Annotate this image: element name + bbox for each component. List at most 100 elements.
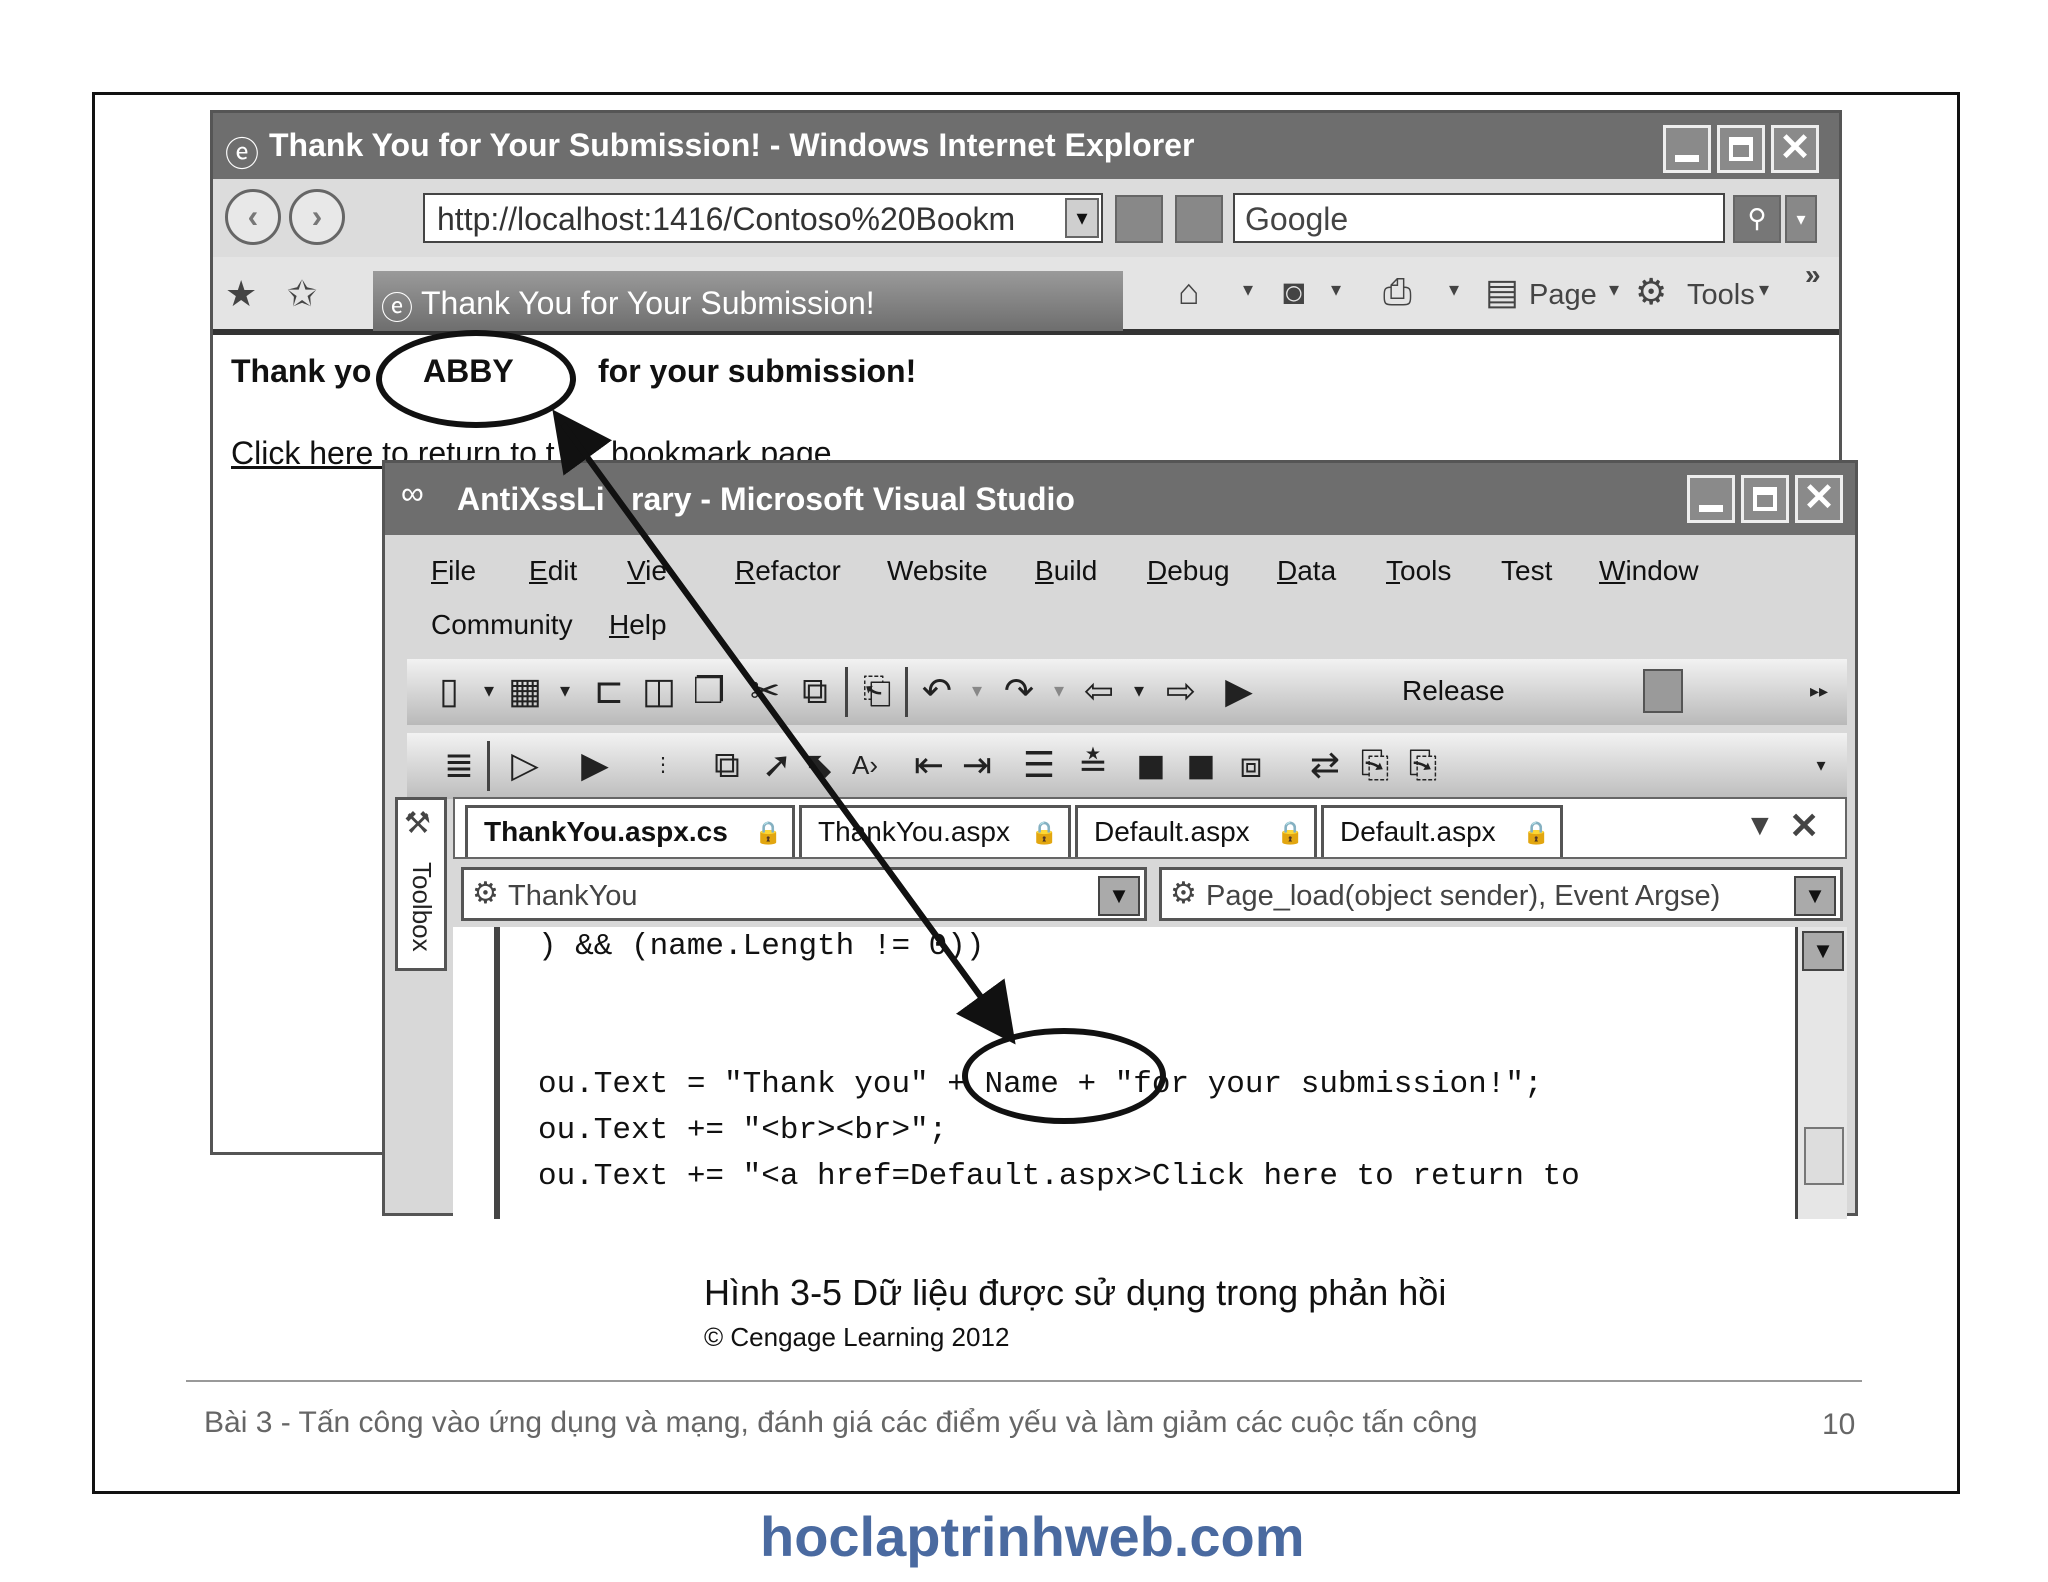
scroll-down-icon[interactable]: ▼ [1802, 931, 1844, 971]
dropdown-arrow-icon[interactable]: ▾ [1065, 198, 1099, 238]
copy-icon[interactable]: ⧉ [793, 671, 837, 711]
new-project-icon[interactable]: ▯ [427, 671, 471, 711]
vs-maximize-icon[interactable] [1741, 475, 1789, 523]
minimize-icon[interactable] [1663, 125, 1711, 173]
method-dropdown-icon[interactable]: ▼ [1794, 876, 1836, 916]
select-icon[interactable]: ⬉ [797, 745, 841, 785]
close-document-icon[interactable]: ✕ [1789, 805, 1819, 847]
config-dropdown-icon[interactable] [1643, 669, 1683, 713]
print-icon[interactable]: ⎙ [1383, 271, 1412, 314]
editor-scrollbar[interactable]: ▼ [1795, 927, 1847, 1219]
vs-close-icon[interactable]: ✕ [1795, 475, 1843, 523]
print-dropdown-icon[interactable]: ▾ [1449, 277, 1459, 302]
align-top-icon[interactable]: ≛ [1071, 745, 1115, 785]
tools-dropdown-icon[interactable]: ▾ [1759, 277, 1769, 302]
paste-icon[interactable]: ⎗ [855, 671, 899, 711]
menu-community[interactable]: Community [431, 609, 573, 641]
menu-data[interactable]: Data [1277, 555, 1336, 587]
page-menu[interactable]: Page [1529, 279, 1597, 312]
toolbar-separator [905, 667, 908, 717]
tab-list-icon[interactable]: ▼ [1745, 809, 1775, 843]
brand-watermark: hoclaptrinhweb.com [760, 1505, 1305, 1568]
more-options-icon[interactable]: ⋮ [641, 745, 685, 785]
page-dropdown-icon[interactable]: ▾ [1609, 277, 1619, 302]
feeds-icon[interactable]: ◙ [1283, 271, 1305, 313]
menu-edit[interactable]: Edit [529, 555, 577, 587]
format-icon[interactable]: ⧉ [705, 745, 749, 785]
tab-thankyou-aspx-cs[interactable]: ThankYou.aspx.cs 🔒 [465, 805, 795, 857]
menu-refactor[interactable]: Refactor [735, 555, 841, 587]
menu-test[interactable]: Test [1501, 555, 1552, 587]
address-bar[interactable]: http://localhost:1416/Contoso%20Bookm ▾ [423, 193, 1103, 243]
search-input[interactable]: Google [1233, 193, 1725, 243]
toolbar2-overflow-icon[interactable]: ▾ [1799, 745, 1843, 785]
search-options-icon[interactable]: ▾ [1785, 195, 1817, 243]
add-item-icon[interactable]: ▦ [503, 671, 547, 711]
align-icon[interactable]: ☰ [1017, 745, 1061, 785]
pointer-icon[interactable]: ➚ [755, 745, 799, 785]
favorites-star-icon[interactable]: ★ [225, 273, 257, 315]
class-combo[interactable]: ⚙ ThankYou ▼ [461, 867, 1147, 921]
copyright-notice: © Cengage Learning 2012 [704, 1322, 1010, 1352]
more-commands[interactable]: » [1805, 259, 1821, 291]
close-icon[interactable]: ✕ [1771, 125, 1819, 173]
menu-debug[interactable]: Debug [1147, 555, 1230, 587]
search-icon[interactable]: ⚲ [1733, 195, 1781, 243]
add-favorites-icon[interactable]: ✩ [287, 273, 317, 315]
navigate-backward-icon[interactable]: ⇦ [1077, 671, 1121, 711]
cut-icon[interactable]: ✂ [743, 671, 787, 711]
class-dropdown-icon[interactable]: ▼ [1098, 876, 1140, 916]
stop-icon[interactable] [1175, 195, 1223, 243]
font-size-icon[interactable]: A› [843, 745, 887, 785]
outdent-icon[interactable]: ⇤ [907, 745, 951, 785]
undo-dropdown-icon[interactable]: ▾ [955, 671, 999, 711]
code-line-5: ou.Text += "<br><br>"; [538, 1113, 948, 1148]
vs-minimize-icon[interactable] [1687, 475, 1735, 523]
back-icon[interactable]: ‹ [225, 189, 281, 245]
refresh-icon[interactable] [1115, 195, 1163, 243]
run-icon[interactable]: ▶ [573, 745, 617, 785]
uncomment-icon[interactable]: ⎘ [1401, 745, 1445, 785]
document-icon[interactable]: ≣ [437, 745, 481, 785]
redo-icon[interactable]: ↷ [997, 671, 1041, 711]
toolbox-panel[interactable]: ⚒ Toolbox [395, 797, 447, 971]
view-code-icon[interactable]: ⇄ [1303, 745, 1347, 785]
indent-icon[interactable]: ⇥ [955, 745, 999, 785]
menu-view[interactable]: Vie [627, 555, 667, 587]
scroll-thumb[interactable] [1804, 1127, 1844, 1185]
tab-default-aspx[interactable]: Default.aspx 🔒 [1075, 805, 1317, 857]
navigate-forward-icon[interactable]: ⇨ [1159, 671, 1203, 711]
save-all-icon[interactable]: ❐ [687, 671, 731, 711]
save-icon[interactable]: ◫ [637, 671, 681, 711]
add-dropdown-icon[interactable]: ▾ [543, 671, 587, 711]
tab-default-aspx-2[interactable]: Default.aspx 🔒 [1321, 805, 1563, 857]
home-dropdown-icon[interactable]: ▾ [1243, 277, 1253, 302]
menu-website[interactable]: Website [887, 555, 988, 587]
method-combo[interactable]: ⚙ Page_load(object sender), Event Argse)… [1159, 867, 1843, 921]
toolbar-overflow-icon[interactable]: ▸▸ [1797, 671, 1841, 711]
view-in-browser-icon[interactable]: ▷ [503, 745, 547, 785]
tab-thankyou-aspx[interactable]: ThankYou.aspx 🔒 [799, 805, 1071, 857]
shape-icon[interactable]: ◼ [1129, 745, 1173, 785]
navigate-dropdown-icon[interactable]: ▾ [1117, 671, 1161, 711]
solution-config-select[interactable]: Release [1402, 675, 1505, 707]
comment-icon[interactable]: ⎘ [1353, 745, 1397, 785]
tools-menu[interactable]: Tools [1687, 279, 1755, 312]
undo-icon[interactable]: ↶ [915, 671, 959, 711]
forward-icon[interactable]: › [289, 189, 345, 245]
link-icon[interactable]: ⧈ [1229, 745, 1273, 785]
open-icon[interactable]: ⊏ [587, 671, 631, 711]
redo-dropdown-icon[interactable]: ▾ [1037, 671, 1081, 711]
shape-alt-icon[interactable]: ◼ [1179, 745, 1223, 785]
class-icon: ⚙ [472, 877, 499, 910]
home-icon[interactable]: ⌂ [1178, 271, 1200, 313]
menu-window[interactable]: Window [1599, 555, 1699, 587]
menu-build[interactable]: Build [1035, 555, 1097, 587]
start-debugging-icon[interactable]: ▶ [1217, 671, 1261, 711]
menu-tools[interactable]: Tools [1386, 555, 1451, 587]
menu-file[interactable]: File [431, 555, 476, 587]
ie-tab[interactable]: ⓔ Thank You for Your Submission! [373, 271, 1123, 331]
maximize-icon[interactable] [1717, 125, 1765, 173]
feeds-dropdown-icon[interactable]: ▾ [1331, 277, 1341, 302]
menu-help[interactable]: Help [609, 609, 667, 641]
